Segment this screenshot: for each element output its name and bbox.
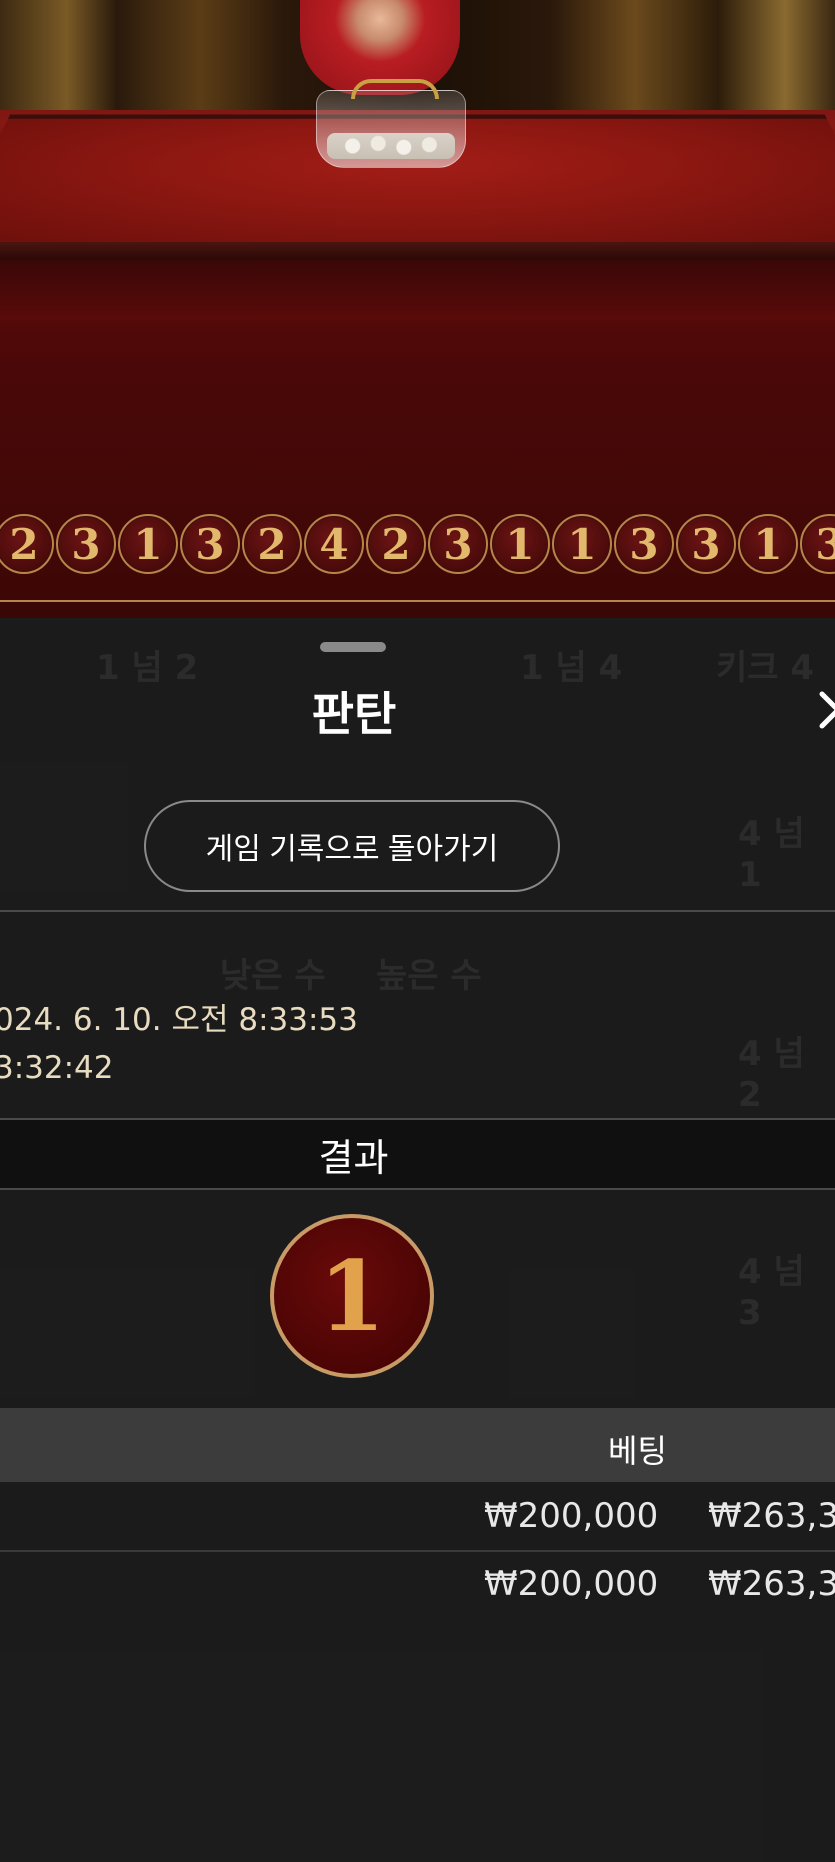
ghost-label: 높은 수 — [376, 948, 482, 997]
beads — [327, 133, 455, 159]
game-start-time: 024. 6. 10. 오전 8:33:53 — [0, 994, 358, 1039]
history-coin: 3 — [676, 514, 736, 574]
payout-amount: ₩263,3 — [708, 1564, 835, 1604]
bet-amount: ₩200,000 — [484, 1564, 658, 1604]
ghost-label: 4 넘 3 — [738, 1244, 835, 1333]
ghost-label: 키크 4 — [716, 640, 814, 689]
history-detail-sheet: 1 넘 2 1 넘 4 키크 4 낮은 수 높은 수 4 넘 1 4 넘 2 4… — [0, 618, 835, 1862]
bet-column-header: 베팅 — [608, 1426, 667, 1472]
history-coin: 1 — [552, 514, 612, 574]
ghost-label: 낮은 수 — [220, 948, 326, 997]
history-coin: 3 — [180, 514, 240, 574]
game-duration: 3:32:42 — [0, 1050, 114, 1086]
result-label: 결과 — [319, 1127, 389, 1182]
history-coin: 3 — [800, 514, 835, 574]
history-coin: 2 — [366, 514, 426, 574]
history-coin: 4 — [304, 514, 364, 574]
close-icon[interactable] — [818, 690, 835, 730]
history-coin: 1 — [490, 514, 550, 574]
live-video-area: 2 3 1 3 2 4 2 3 1 1 3 3 1 3 — [0, 0, 835, 620]
history-coin: 3 — [428, 514, 488, 574]
table-edge — [0, 242, 835, 260]
history-coin: 1 — [738, 514, 798, 574]
payout-amount: ₩263,3 — [708, 1496, 835, 1536]
betting-board-edge — [0, 600, 835, 620]
history-coin: 3 — [56, 514, 116, 574]
history-coin: 2 — [0, 514, 54, 574]
result-coin: 1 — [270, 1214, 434, 1378]
ghost-label: 4 넘 1 — [738, 806, 835, 895]
history-coin: 2 — [242, 514, 302, 574]
history-coin: 3 — [614, 514, 674, 574]
bet-row: ₩200,000 ₩263,3 — [0, 1552, 835, 1618]
result-header: 결과 — [0, 1120, 835, 1188]
bead-dome — [316, 90, 466, 168]
history-coin: 1 — [118, 514, 178, 574]
bet-table-header: 베팅 — [0, 1408, 835, 1482]
ghost-label: 4 넘 2 — [738, 1026, 835, 1115]
sheet-title: 판탄 — [0, 678, 708, 744]
bet-amount: ₩200,000 — [484, 1496, 658, 1536]
table-skirt — [0, 260, 835, 320]
result-history-strip: 2 3 1 3 2 4 2 3 1 1 3 3 1 3 — [0, 510, 835, 578]
bet-row: ₩200,000 ₩263,3 — [0, 1484, 835, 1550]
divider — [0, 910, 835, 912]
back-to-history-button[interactable]: 게임 기록으로 돌아가기 — [144, 800, 560, 892]
divider — [0, 1188, 835, 1190]
dome-handle — [351, 79, 439, 99]
drag-handle[interactable] — [320, 642, 386, 652]
